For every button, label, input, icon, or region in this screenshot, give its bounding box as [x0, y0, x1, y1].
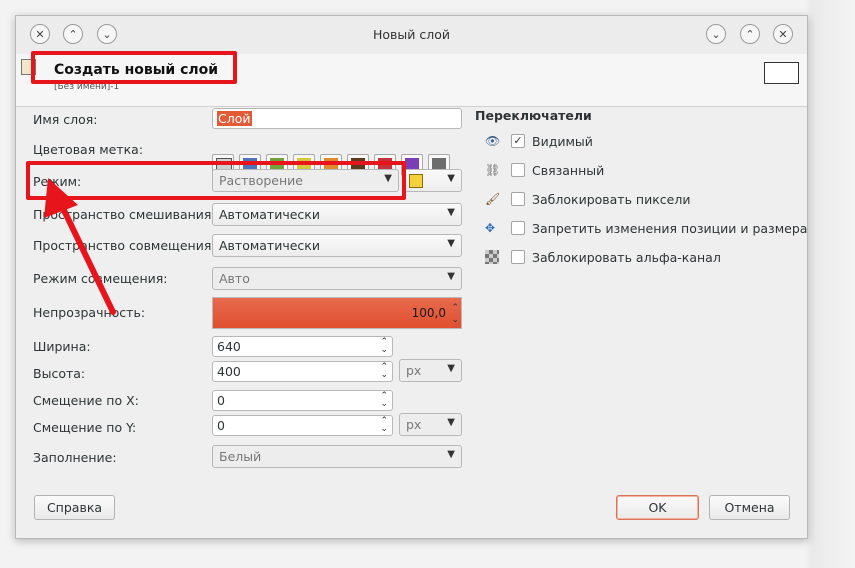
- brush-icon: 🖌: [485, 192, 501, 206]
- composite-mode-value: Авто: [219, 271, 250, 286]
- composite-mode-label: Режим совмещения:: [33, 271, 168, 286]
- composite-space-value: Автоматически: [219, 238, 320, 253]
- offset-unit-combo[interactable]: px ▼: [399, 413, 462, 436]
- blend-space-combo[interactable]: Автоматически ▼: [212, 203, 462, 226]
- window-title: Новый слой: [372, 27, 450, 42]
- offset-x-label: Смещение по X:: [33, 393, 139, 408]
- offset-x-spin-buttons[interactable]: ⌃ ⌄: [380, 392, 388, 409]
- lock-alpha-label: Заблокировать альфа-канал: [532, 250, 721, 265]
- annotation-box-title: [31, 51, 237, 84]
- eye-icon: 👁: [485, 134, 501, 148]
- offset-x-input[interactable]: 0 ⌃ ⌄: [212, 390, 393, 411]
- shade-down-button[interactable]: ⌄: [706, 24, 726, 44]
- title-bar: ✕ ⌃ ⌄ Новый слой ⌄ ⌃ ✕: [16, 16, 807, 54]
- layer-name-input[interactable]: Слой: [212, 108, 462, 129]
- visible-label: Видимый: [532, 134, 593, 149]
- offset-x-value: 0: [217, 393, 225, 408]
- offset-y-input[interactable]: 0 ⌃ ⌄: [212, 415, 393, 436]
- width-spin-buttons[interactable]: ⌃ ⌄: [380, 338, 388, 355]
- width-label: Ширина:: [33, 339, 91, 354]
- chevron-down-icon: ▼: [447, 417, 455, 428]
- offset-y-value: 0: [217, 418, 225, 433]
- opacity-spin-buttons[interactable]: ⌃ ⌄: [451, 302, 459, 326]
- fill-combo[interactable]: Белый ▼: [212, 445, 462, 468]
- mode-group-combo[interactable]: ▼: [402, 169, 462, 192]
- cancel-button[interactable]: Отмена: [709, 495, 790, 520]
- size-unit-combo[interactable]: px ▼: [399, 359, 462, 382]
- lock-pixels-label: Заблокировать пиксели: [532, 192, 691, 207]
- opacity-value: 100,0: [411, 306, 446, 320]
- checkerboard-icon: [485, 250, 499, 264]
- switches-title: Переключатели: [475, 108, 592, 123]
- opacity-label: Непрозрачность:: [33, 305, 146, 320]
- lock-alpha-checkbox[interactable]: [511, 250, 525, 264]
- size-unit-value: px: [406, 363, 422, 378]
- chevron-down-icon: ▼: [447, 363, 455, 374]
- chevron-down-icon: ▼: [447, 449, 455, 460]
- linked-checkbox[interactable]: [511, 163, 525, 177]
- close-right-button[interactable]: ✕: [773, 24, 793, 44]
- fill-value: Белый: [219, 449, 262, 464]
- lock-pixels-checkbox[interactable]: [511, 192, 525, 206]
- color-tag-label: Цветовая метка:: [33, 142, 144, 157]
- chevron-down-icon: ▼: [447, 271, 455, 282]
- layer-name-value: Слой: [217, 111, 252, 126]
- chevron-down-icon: ▼: [447, 207, 455, 218]
- image-preview: [764, 62, 799, 84]
- blend-space-label: Пространство смешивания:: [33, 207, 216, 222]
- close-icon: ✕: [778, 27, 788, 41]
- blend-space-value: Автоматически: [219, 207, 320, 222]
- height-label: Высота:: [33, 366, 86, 381]
- mode-group-icon: [409, 174, 423, 188]
- linked-label: Связанный: [532, 163, 605, 178]
- height-input[interactable]: 400 ⌃ ⌄: [212, 361, 393, 382]
- height-value: 400: [217, 364, 241, 379]
- new-layer-dialog: ✕ ⌃ ⌄ Новый слой ⌄ ⌃ ✕ Создать новый сло…: [15, 15, 808, 539]
- visible-checkbox[interactable]: ✓: [511, 134, 525, 148]
- composite-mode-combo[interactable]: Авто ▼: [212, 267, 462, 290]
- offset-y-spin-buttons[interactable]: ⌃ ⌄: [380, 417, 388, 434]
- width-input[interactable]: 640 ⌃ ⌄: [212, 336, 393, 357]
- ok-button[interactable]: OK: [616, 495, 699, 520]
- composite-space-combo[interactable]: Автоматически ▼: [212, 234, 462, 257]
- layer-name-label: Имя слоя:: [33, 112, 98, 127]
- chevron-down-icon: ▼: [447, 238, 455, 249]
- chevron-up-icon: ⌃: [745, 27, 755, 41]
- help-button[interactable]: Справка: [34, 495, 115, 520]
- composite-space-label: Пространство совмещения:: [33, 238, 216, 253]
- opacity-slider[interactable]: 100,0 ⌃ ⌄: [212, 297, 462, 329]
- offset-unit-value: px: [406, 417, 422, 432]
- move-icon: ✥: [485, 221, 496, 235]
- lock-position-label: Запретить изменения позиции и размера: [532, 221, 808, 236]
- offset-y-label: Смещение по Y:: [33, 420, 137, 435]
- fill-label: Заполнение:: [33, 450, 117, 465]
- chain-icon: ⛓: [485, 163, 501, 177]
- chevron-down-icon: ⌄: [711, 27, 721, 41]
- height-spin-buttons[interactable]: ⌃ ⌄: [380, 363, 388, 380]
- width-value: 640: [217, 339, 241, 354]
- chevron-down-icon: ▼: [447, 173, 455, 184]
- shade-up-button[interactable]: ⌃: [740, 24, 760, 44]
- lock-position-checkbox[interactable]: [511, 221, 525, 235]
- annotation-box-mode: [26, 161, 406, 200]
